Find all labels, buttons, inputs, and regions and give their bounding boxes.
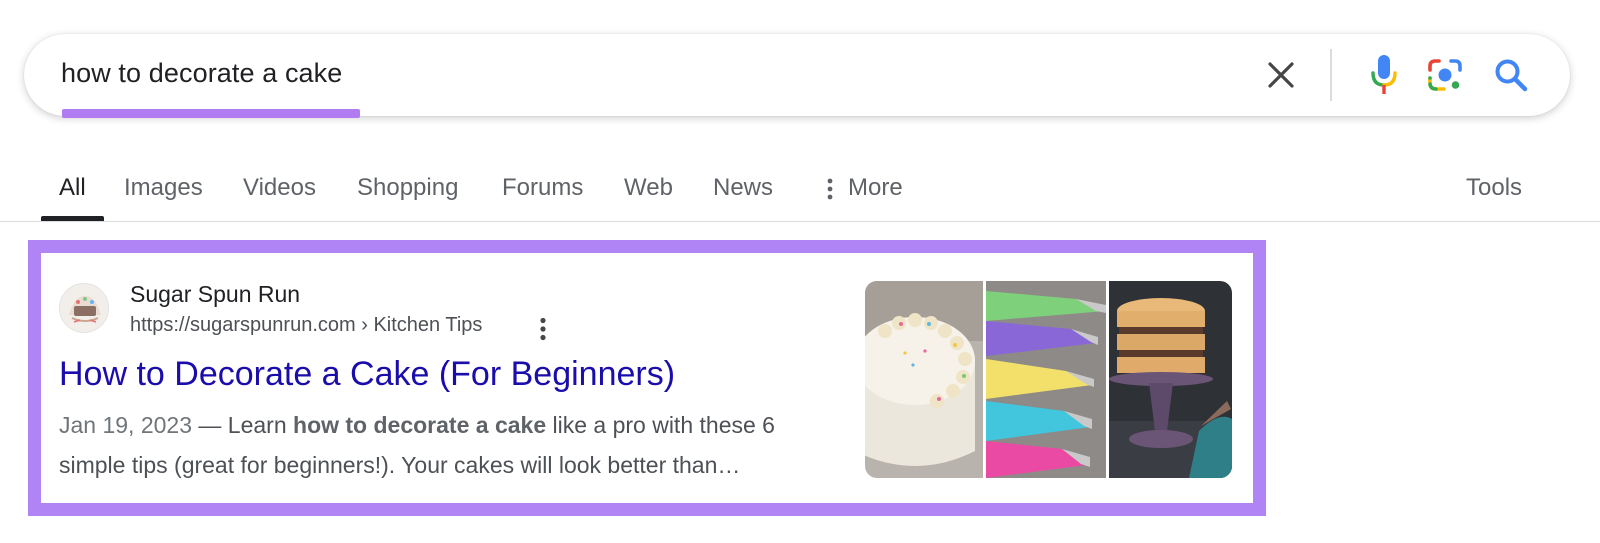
result-date: Jan 19, 2023 <box>59 412 193 438</box>
layer-cake-stand-image[interactable] <box>1109 281 1232 478</box>
tab-news[interactable]: News <box>713 174 773 202</box>
result-site-name[interactable]: Sugar Spun Run <box>130 281 300 308</box>
result-thumbnails[interactable] <box>865 281 1232 478</box>
search-icon[interactable] <box>1490 54 1532 96</box>
frosted-cake-image[interactable] <box>865 281 983 478</box>
search-bar-divider <box>1330 49 1332 101</box>
tab-shopping[interactable]: Shopping <box>357 174 458 202</box>
lens-icon[interactable] <box>1424 54 1466 96</box>
search-bar[interactable]: how to decorate a cake <box>24 34 1570 118</box>
snippet-bold-query: how to decorate a cake <box>293 412 547 438</box>
result-title-link[interactable]: How to Decorate a Cake (For Beginners) <box>59 355 675 394</box>
tab-videos[interactable]: Videos <box>243 174 316 202</box>
mic-icon[interactable] <box>1364 52 1404 98</box>
tab-images[interactable]: Images <box>124 174 203 202</box>
result-options-icon[interactable] <box>540 317 546 341</box>
tools-button[interactable]: Tools <box>1466 174 1522 202</box>
tab-web[interactable]: Web <box>624 174 673 202</box>
result-snippet: Jan 19, 2023 — Learn how to decorate a c… <box>59 405 839 485</box>
piping-bags-image[interactable] <box>986 281 1106 478</box>
tab-forums[interactable]: Forums <box>502 174 583 202</box>
tab-more[interactable]: More <box>848 174 903 202</box>
snippet-pre-text: Learn <box>227 412 294 438</box>
site-favicon <box>59 283 109 333</box>
search-input[interactable]: how to decorate a cake <box>61 58 342 89</box>
tab-all[interactable]: All <box>59 174 86 202</box>
query-highlight-underline <box>62 109 360 118</box>
more-vertical-icon[interactable] <box>827 178 833 200</box>
search-tabs: All Images Videos Shopping Forums Web Ne… <box>0 160 1600 222</box>
result-url[interactable]: https://sugarspunrun.com › Kitchen Tips <box>130 314 482 337</box>
tabs-divider <box>0 221 1600 222</box>
snippet-dash: — <box>192 412 228 438</box>
close-icon[interactable] <box>1262 56 1300 94</box>
